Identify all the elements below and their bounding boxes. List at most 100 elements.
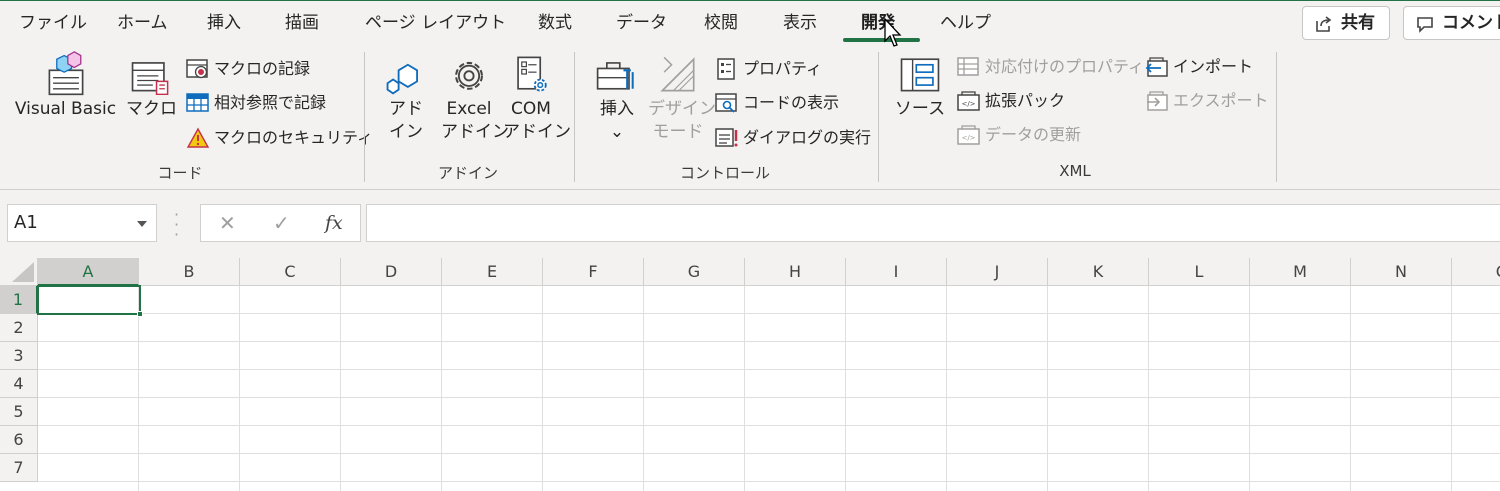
drag-handle-icon[interactable]: · · · — [174, 207, 179, 243]
group-label-code: コード — [157, 164, 203, 182]
record-macro-icon — [186, 59, 208, 79]
expansion-packs-icon: </> — [957, 91, 980, 111]
relative-references-button[interactable]: 相対参照で記録 — [186, 88, 326, 118]
map-properties-button[interactable]: 対応付けのプロパティ — [957, 52, 1144, 82]
column-header[interactable]: M — [1250, 258, 1351, 286]
visual-basic-button[interactable]: Visual Basic — [13, 50, 118, 121]
enter-icon[interactable]: ✓ — [273, 205, 290, 241]
column-header[interactable]: K — [1048, 258, 1149, 286]
cancel-icon[interactable]: ✕ — [219, 205, 236, 241]
expansion-packs-button[interactable]: </> 拡張パック — [957, 86, 1065, 116]
warning-icon — [186, 127, 210, 148]
worksheet-grid[interactable]: ABCDEFGHIJKLMNO 1234567 — [0, 258, 1500, 491]
group-separator — [574, 52, 575, 182]
column-header[interactable]: L — [1149, 258, 1250, 286]
formula-buttons: ✕ ✓ fx — [200, 204, 361, 242]
tab-page-layout[interactable]: ページ レイアウト — [365, 1, 506, 45]
gridline-horizontal — [38, 481, 1500, 482]
refresh-data-button[interactable]: </> データの更新 — [957, 120, 1081, 150]
design-mode-button[interactable]: デザイン モード — [648, 50, 716, 144]
row-header[interactable]: 7 — [0, 454, 38, 482]
design-mode-icon — [660, 56, 695, 92]
column-header[interactable]: H — [745, 258, 846, 286]
properties-label: プロパティ — [743, 59, 823, 78]
xml-export-button[interactable]: エクスポート — [1145, 86, 1269, 116]
gridline-vertical — [1350, 286, 1351, 491]
ribbon-tab-bar: ファイル ホーム 挿入 描画 ページ レイアウト 数式 データ 校閲 表示 開発… — [0, 0, 1500, 44]
design-mode-label-line1: デザイン — [648, 99, 716, 119]
tab-data[interactable]: データ — [616, 1, 667, 45]
column-header[interactable]: A — [38, 258, 139, 286]
group-separator — [878, 52, 879, 182]
tab-home[interactable]: ホーム — [117, 1, 168, 45]
column-header[interactable]: O — [1452, 258, 1500, 286]
select-all-button[interactable] — [0, 258, 38, 286]
properties-button[interactable]: プロパティ — [715, 54, 822, 84]
row-header[interactable]: 2 — [0, 314, 38, 342]
view-code-button[interactable]: コードの表示 — [715, 88, 839, 118]
tab-insert[interactable]: 挿入 — [207, 1, 241, 45]
properties-icon — [717, 58, 735, 80]
record-macro-button[interactable]: マクロの記録 — [186, 54, 310, 84]
share-button[interactable]: 共有 — [1302, 6, 1390, 40]
run-dialog-button[interactable]: ダイアログの実行 — [715, 123, 871, 153]
xml-source-button[interactable]: ソース — [894, 50, 946, 121]
gridline-vertical — [441, 286, 442, 491]
formula-input[interactable] — [366, 204, 1500, 242]
record-macro-label: マクロの記録 — [214, 59, 311, 78]
macros-button[interactable]: マクロ — [126, 50, 177, 121]
column-header[interactable]: C — [240, 258, 341, 286]
row-header[interactable]: 4 — [0, 370, 38, 398]
row-header[interactable]: 6 — [0, 426, 38, 454]
toolbox-icon — [596, 62, 634, 90]
share-label: 共有 — [1341, 13, 1375, 33]
com-addins-button[interactable]: COM アドイン — [503, 50, 571, 144]
formula-bar: A1 · · · ✕ ✓ fx — [0, 190, 1500, 258]
xml-import-button[interactable]: インポート — [1145, 52, 1253, 82]
xml-source-icon — [900, 58, 940, 92]
mouse-cursor-icon — [884, 18, 902, 47]
tab-view[interactable]: 表示 — [783, 1, 817, 45]
gridline-horizontal — [38, 453, 1500, 454]
tab-file[interactable]: ファイル — [19, 1, 87, 45]
name-box[interactable]: A1 — [7, 204, 157, 242]
column-header[interactable]: J — [947, 258, 1048, 286]
ribbon: Visual Basic マクロ マクロの記録 相対参照で記録 マクロのセキュリ… — [0, 44, 1500, 190]
gridline-horizontal — [38, 341, 1500, 342]
chevron-down-icon[interactable] — [137, 221, 147, 227]
gridline-vertical — [845, 286, 846, 491]
excel-addins-button[interactable]: Excel アドイン — [441, 50, 509, 144]
com-addins-label-line1: COM — [511, 99, 551, 119]
row-header[interactable]: 5 — [0, 398, 38, 426]
row-header[interactable]: 1 — [0, 286, 38, 314]
comments-button[interactable]: コメント — [1403, 6, 1500, 40]
import-icon — [1145, 57, 1168, 77]
column-header[interactable]: B — [139, 258, 240, 286]
relative-references-label: 相対参照で記録 — [214, 93, 327, 112]
insert-control-button[interactable]: 挿入 ⌄ — [592, 50, 642, 144]
com-addins-label-line2: アドイン — [503, 122, 571, 142]
tab-draw[interactable]: 描画 — [285, 1, 319, 45]
tab-review[interactable]: 校閲 — [704, 1, 738, 45]
macro-security-button[interactable]: マクロのセキュリティ — [186, 123, 373, 153]
tab-formulas[interactable]: 数式 — [538, 1, 572, 45]
active-cell-selection[interactable] — [37, 285, 143, 317]
gridline-vertical — [643, 286, 644, 491]
row-header[interactable]: 3 — [0, 342, 38, 370]
macros-icon — [131, 62, 169, 96]
column-header[interactable]: I — [846, 258, 947, 286]
gridline-horizontal — [38, 425, 1500, 426]
column-header[interactable]: F — [543, 258, 644, 286]
tab-help[interactable]: ヘルプ — [940, 1, 991, 45]
column-header[interactable]: N — [1351, 258, 1452, 286]
fill-handle[interactable] — [137, 311, 143, 317]
run-dialog-label: ダイアログの実行 — [743, 128, 872, 147]
insert-function-icon[interactable]: fx — [325, 205, 343, 241]
column-header[interactable]: D — [341, 258, 442, 286]
view-code-label: コードの表示 — [743, 93, 840, 112]
export-icon — [1147, 91, 1168, 111]
column-header[interactable]: G — [644, 258, 745, 286]
name-box-value: A1 — [14, 212, 38, 233]
addins-button[interactable]: アド イン — [382, 50, 430, 144]
column-header[interactable]: E — [442, 258, 543, 286]
